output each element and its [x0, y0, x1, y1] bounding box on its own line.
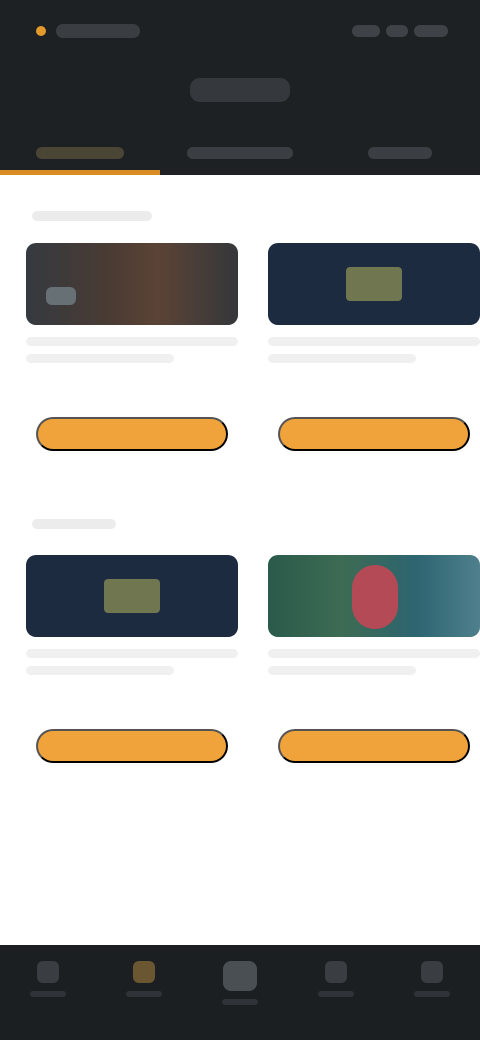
card-title — [26, 649, 238, 658]
thumbnail-detail — [46, 287, 76, 305]
content-card[interactable] — [268, 555, 480, 763]
wifi-icon — [386, 25, 408, 37]
card-title — [268, 649, 480, 658]
nav-label — [30, 991, 66, 997]
center-action-icon — [223, 961, 257, 991]
card-action-button[interactable] — [278, 417, 470, 451]
tab-2[interactable] — [160, 130, 320, 175]
nav-label — [318, 991, 354, 997]
nav-item-explore[interactable] — [96, 945, 192, 1040]
card-subtitle — [268, 354, 417, 363]
tab-3[interactable] — [320, 130, 480, 175]
card-action-button[interactable] — [36, 729, 228, 763]
status-time — [56, 24, 140, 38]
status-indicator-icon — [36, 26, 46, 36]
brand-logo — [104, 579, 160, 613]
video-thumbnail[interactable] — [26, 243, 238, 325]
app-header — [0, 0, 480, 175]
section-heading — [32, 211, 152, 221]
tab-bar — [0, 130, 480, 175]
card-action-button[interactable] — [36, 417, 228, 451]
page-title — [190, 78, 290, 102]
card-subtitle — [26, 666, 175, 675]
card-title — [268, 337, 480, 346]
tab-label — [187, 146, 293, 159]
content-card[interactable] — [268, 243, 480, 451]
card-title — [26, 337, 238, 346]
battery-icon — [414, 25, 448, 37]
profile-icon — [421, 961, 443, 983]
home-icon — [37, 961, 59, 983]
content-card[interactable] — [26, 243, 238, 451]
nav-item-home[interactable] — [0, 945, 96, 1040]
logo-thumbnail[interactable] — [26, 555, 238, 637]
explore-icon — [133, 961, 155, 983]
card-subtitle — [268, 666, 417, 675]
person-thumbnail[interactable] — [268, 555, 480, 637]
inbox-icon — [325, 961, 347, 983]
nav-label — [222, 999, 258, 1005]
nav-label — [126, 991, 162, 997]
logo-thumbnail[interactable] — [268, 243, 480, 325]
bottom-nav — [0, 945, 480, 1040]
content-area — [0, 175, 480, 945]
content-card[interactable] — [26, 555, 238, 763]
section-heading — [32, 519, 116, 529]
brand-logo — [346, 267, 402, 301]
nav-label — [414, 991, 450, 997]
tab-label — [36, 146, 124, 159]
status-bar-left — [36, 18, 140, 44]
nav-item-inbox[interactable] — [288, 945, 384, 1040]
card-action-button[interactable] — [278, 729, 470, 763]
signal-icon — [352, 25, 380, 37]
person-figure — [352, 565, 398, 629]
status-bar-right — [352, 22, 448, 40]
tab-label — [368, 146, 432, 159]
nav-item-center-action[interactable] — [192, 945, 288, 1040]
nav-item-profile[interactable] — [384, 945, 480, 1040]
card-subtitle — [26, 354, 175, 363]
tab-1[interactable] — [0, 130, 160, 175]
